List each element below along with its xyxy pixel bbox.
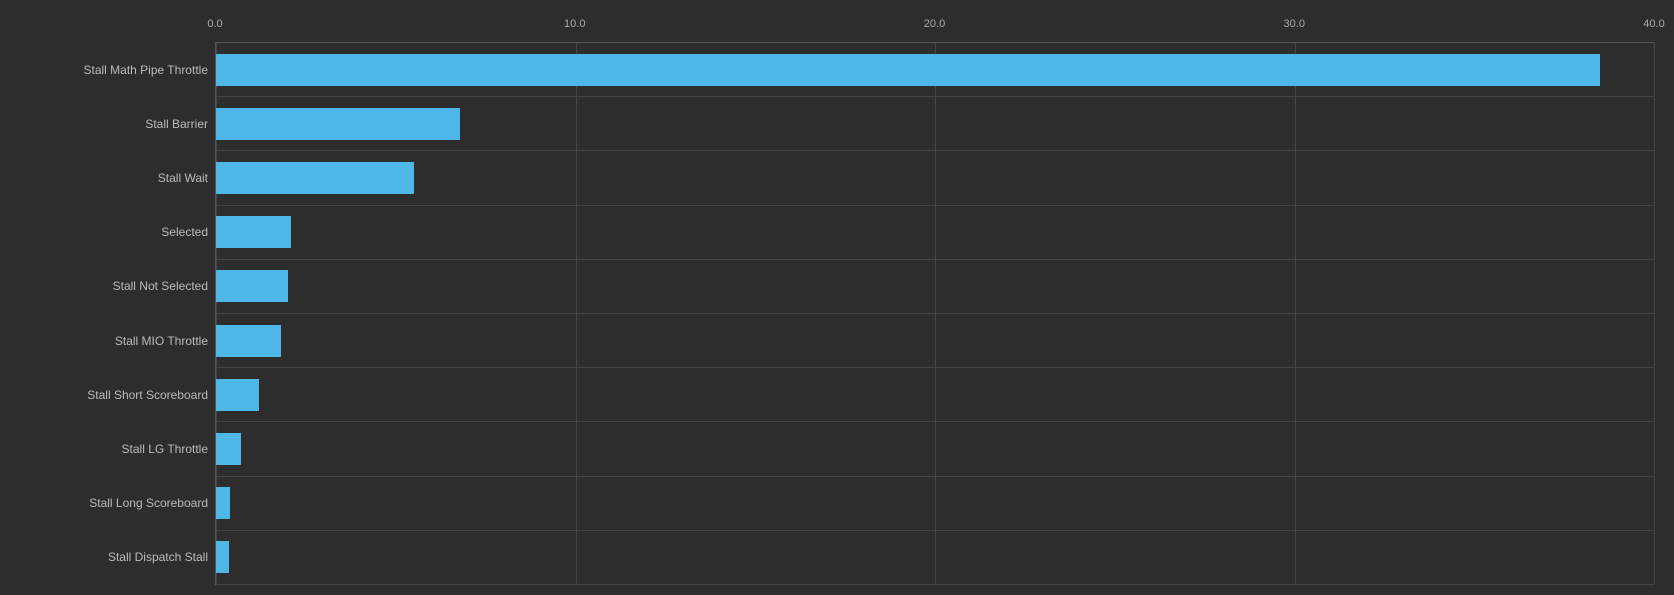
bar-label: Stall Short Scoreboard [31,368,216,421]
chart-container: 0.0 10.0 20.0 30.0 40.0 Stall Math Pipe Thro… [0,0,1674,595]
bar-label: Stall Wait [31,151,216,204]
bar-label: Selected [31,206,216,259]
x-tick: 40.0 [1643,18,1664,30]
x-tick: 0.0 [207,18,222,30]
bar [216,54,1600,86]
bar [216,216,291,248]
bar-label: Stall Dispatch Stall [31,531,216,584]
bar-label: Stall Math Pipe Throttle [31,43,216,96]
bar-label: Stall MIO Throttle [31,314,216,367]
bar-row: Stall LG Throttle [216,422,1654,476]
bar [216,108,460,140]
bar [216,270,288,302]
x-tick: 30.0 [1284,18,1305,30]
bar [216,433,241,465]
bar-row: Stall Long Scoreboard [216,477,1654,531]
bar-row: Stall Wait [216,151,1654,205]
bar [216,487,230,519]
bar-row: Stall MIO Throttle [216,314,1654,368]
bar-label: Stall Barrier [31,97,216,150]
x-tick: 20.0 [924,18,945,30]
bar-label: Stall Long Scoreboard [31,477,216,530]
bar-label: Stall Not Selected [31,260,216,313]
bar [216,325,281,357]
chart-inner: 0.010.020.030.040.0 Stall Math Pipe Thro… [30,18,1654,585]
x-tick: 10.0 [564,18,585,30]
bar-row: Stall Short Scoreboard [216,368,1654,422]
bar-row: Stall Math Pipe Throttle [216,43,1654,97]
bar [216,379,259,411]
bar-row: Stall Dispatch Stall [216,531,1654,585]
bar [216,541,229,573]
y-axis-label [10,18,30,585]
bar [216,162,414,194]
plot-area: Stall Math Pipe ThrottleStall BarrierSta… [215,42,1654,585]
grid-line [1654,43,1655,585]
bar-row: Stall Barrier [216,97,1654,151]
bar-label: Stall LG Throttle [31,422,216,475]
chart-body: 0.010.020.030.040.0 Stall Math Pipe Thro… [10,18,1654,585]
bar-row: Selected [216,206,1654,260]
x-axis-top: 0.010.020.030.040.0 [215,18,1654,38]
bar-row: Stall Not Selected [216,260,1654,314]
